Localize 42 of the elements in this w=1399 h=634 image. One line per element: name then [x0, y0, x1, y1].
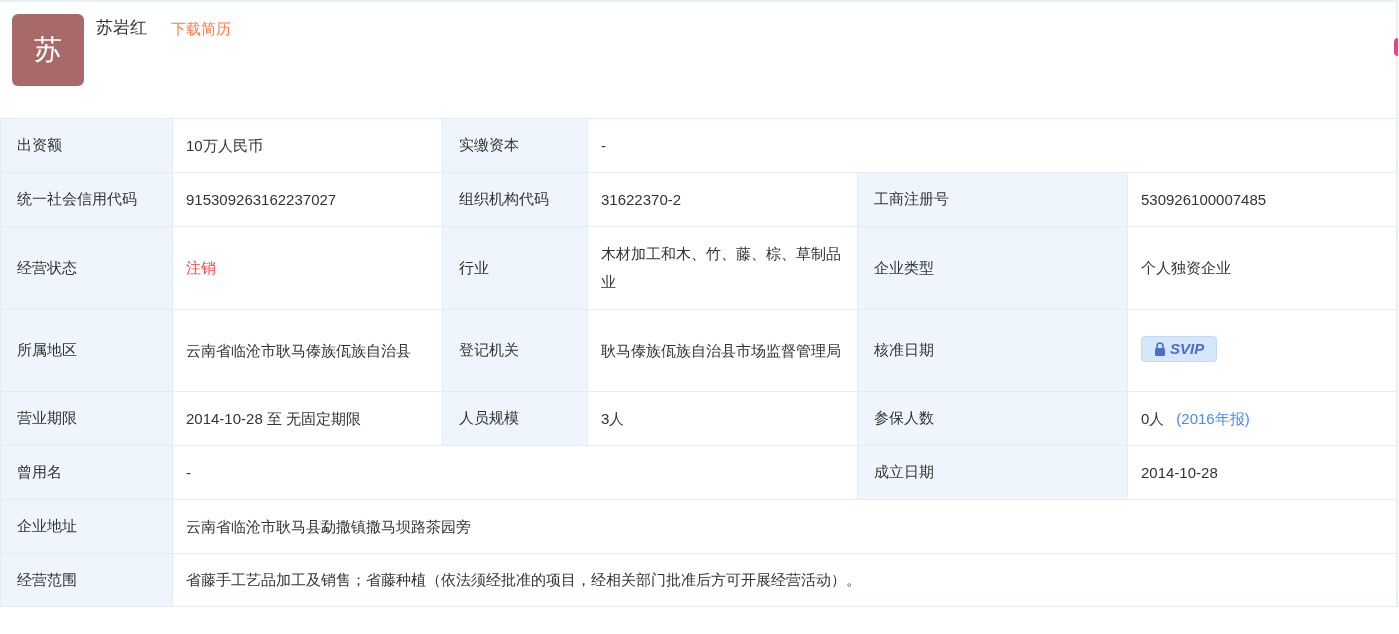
field-value: -	[186, 463, 191, 481]
person-name: 苏岩红	[96, 17, 147, 39]
svip-badge[interactable]: SVIP	[1141, 336, 1218, 362]
field-value: 915309263162237027	[186, 190, 337, 208]
field-label: 企业地址	[17, 517, 77, 535]
download-resume-link[interactable]: 下载简历	[171, 17, 231, 41]
field-value: 云南省临沧市耿马县勐撒镇撒马坝路茶园旁	[186, 517, 471, 535]
field-label: 工商注册号	[874, 190, 949, 208]
field-value: 耿马傣族佤族自治县市场监督管理局	[601, 341, 841, 359]
field-value: 10万人民币	[186, 136, 263, 154]
field-label: 所属地区	[17, 341, 77, 359]
field-value: 31622370-2	[601, 190, 682, 208]
field-value: 木材加工和木、竹、藤、棕、草制品业	[601, 245, 841, 290]
field-label: 统一社会信用代码	[17, 190, 137, 208]
avatar: 苏	[12, 14, 84, 86]
field-label: 核准日期	[874, 341, 934, 359]
field-label: 参保人数	[874, 409, 934, 427]
field-label: 企业类型	[874, 258, 934, 276]
field-label: 经营状态	[17, 258, 77, 276]
field-label: 行业	[459, 258, 489, 276]
field-value: 云南省临沧市耿马傣族佤族自治县	[186, 341, 411, 359]
field-value: 省藤手工艺品加工及销售；省藤种植（依法须经批准的项目，经相关部门批准后方可开展经营活动）。	[186, 571, 861, 588]
field-label: 成立日期	[874, 463, 934, 481]
side-tab[interactable]	[1394, 38, 1398, 56]
field-label: 曾用名	[17, 463, 62, 481]
field-value: 3人	[601, 409, 625, 427]
field-label: 登记机关	[459, 341, 519, 359]
field-value: 530926100007485	[1141, 190, 1267, 208]
field-label: 经营范围	[17, 570, 77, 588]
field-value: 2014-10-28	[1141, 463, 1218, 481]
field-label: 营业期限	[17, 409, 77, 427]
field-label: 人员规模	[459, 409, 519, 427]
field-label: 出资额	[17, 136, 62, 154]
field-value: 2014-10-28 至 无固定期限	[186, 409, 362, 427]
lock-icon	[1154, 342, 1166, 356]
field-label: 实缴资本	[459, 136, 519, 154]
field-value: -	[601, 136, 606, 154]
field-label: 组织机构代码	[459, 190, 549, 208]
annual-report-link[interactable]: (2016年报)	[1176, 409, 1250, 427]
field-value: 个人独资企业	[1141, 259, 1231, 276]
field-value: 0人	[1141, 409, 1165, 427]
status-value: 注销	[186, 259, 216, 276]
